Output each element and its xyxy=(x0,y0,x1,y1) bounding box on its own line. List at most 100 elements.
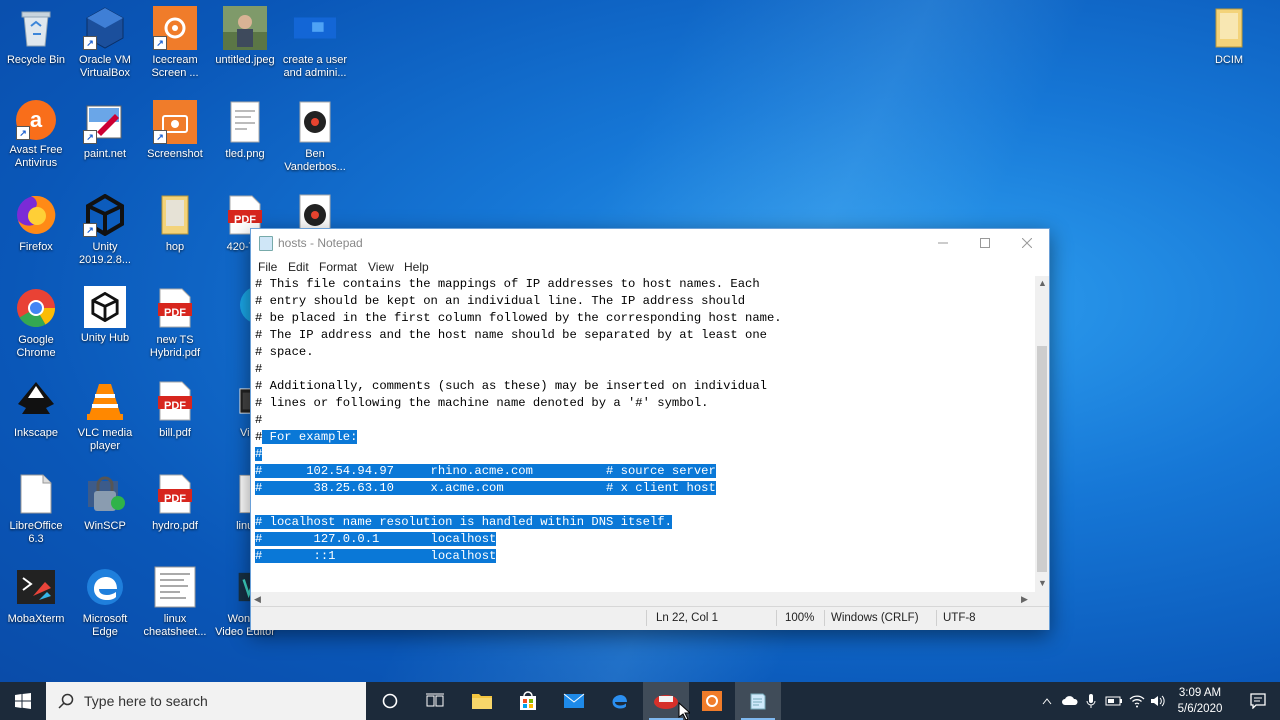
search-icon xyxy=(58,693,74,709)
close-button[interactable] xyxy=(1005,229,1049,256)
menu-help[interactable]: Help xyxy=(404,260,429,274)
desktop-icon-create-user[interactable]: create a user and admini... xyxy=(279,0,351,88)
menu-view[interactable]: View xyxy=(368,260,394,274)
vlc-icon xyxy=(83,379,127,423)
editor-line: # xyxy=(255,362,263,376)
unity-hub-icon xyxy=(84,286,126,328)
scroll-up-icon[interactable]: ▲ xyxy=(1038,278,1047,288)
taskbar-notepad[interactable] xyxy=(735,682,781,720)
edge-icon xyxy=(612,695,627,709)
desktop-icon-firefox[interactable]: Firefox xyxy=(0,187,72,275)
text-editor[interactable]: # This file contains the mappings of IP … xyxy=(251,276,1033,592)
zoom-level: 100% xyxy=(785,612,815,624)
taskbar-icecream[interactable] xyxy=(689,682,735,720)
pdf-file-icon: PDF xyxy=(153,472,197,516)
firefox-icon xyxy=(14,193,58,237)
virtualbox-icon: ↗ xyxy=(83,6,127,50)
taskbar-edge[interactable] xyxy=(597,682,643,720)
mail-icon xyxy=(563,693,585,708)
desktop-icon-linux-cheatsheet[interactable]: linux cheatsheet... xyxy=(139,559,211,647)
task-view-button[interactable] xyxy=(412,682,458,720)
winscp-icon xyxy=(83,472,127,516)
notification-icon xyxy=(1250,693,1266,709)
desktop-icon-virtualbox[interactable]: ↗ Oracle VM VirtualBox xyxy=(69,0,141,88)
action-center-button[interactable] xyxy=(1236,682,1280,720)
pdf-badge: PDF xyxy=(234,214,256,226)
maximize-button[interactable] xyxy=(963,229,1007,256)
desktop-icon-new-ts-hybrid[interactable]: PDF new TS Hybrid.pdf xyxy=(139,280,211,368)
desktop-icon-tled-png[interactable]: tled.png xyxy=(209,94,281,182)
inkscape-icon xyxy=(14,379,58,423)
document-thumbnail-icon xyxy=(153,565,197,609)
taskbar-clock[interactable]: 3:09 AM 5/6/2020 xyxy=(1166,685,1234,717)
notepad-window[interactable]: hosts - Notepad File Edit Format View He… xyxy=(250,228,1050,630)
cortana-icon xyxy=(382,693,398,709)
paintnet-icon: ↗ xyxy=(83,100,127,144)
pdf-badge: PDF xyxy=(164,493,186,505)
chevron-up-icon xyxy=(1042,698,1052,705)
desktop-icon-ben-vanderbos[interactable]: Ben Vanderbos... xyxy=(279,94,351,182)
status-divider xyxy=(776,610,777,626)
desktop-icon-libreoffice[interactable]: LibreOffice 6.3 xyxy=(0,466,72,554)
menu-file[interactable]: File xyxy=(258,260,277,274)
menu-bar: File Edit Format View Help xyxy=(251,256,1049,276)
editor-line: # lines or following the machine name de… xyxy=(255,396,709,410)
show-hidden-icons-button[interactable] xyxy=(1038,682,1056,720)
onedrive-tray[interactable] xyxy=(1059,682,1081,720)
menu-edit[interactable]: Edit xyxy=(288,260,309,274)
icecream-icon xyxy=(702,691,722,711)
wifi-tray[interactable] xyxy=(1126,682,1148,720)
taskbar-store[interactable] xyxy=(505,682,551,720)
desktop-icon-avast[interactable]: a ↗ Avast Free Antivirus xyxy=(0,94,72,182)
desktop-icon-unity-hub[interactable]: Unity Hub xyxy=(69,280,141,368)
desktop-icon-mobaxterm[interactable]: MobaXterm xyxy=(0,559,72,647)
clock-date: 5/6/2020 xyxy=(1177,703,1223,715)
menu-format[interactable]: Format xyxy=(319,260,357,274)
desktop-icon-unity[interactable]: ↗ Unity 2019.2.8... xyxy=(69,187,141,275)
taskbar-file-explorer[interactable] xyxy=(459,682,505,720)
icecream-icon: ↗ xyxy=(153,6,197,50)
microphone-tray[interactable] xyxy=(1082,682,1100,720)
desktop-icon-vlc[interactable]: VLC media player xyxy=(69,373,141,461)
encoding: UTF-8 xyxy=(943,612,976,624)
editor-line-selected xyxy=(255,497,1033,514)
horizontal-scrollbar[interactable]: ◀ ▶ xyxy=(251,592,1035,606)
taskbar-mail[interactable] xyxy=(551,682,597,720)
desktop-icon-paintnet[interactable]: ↗ paint.net xyxy=(69,94,141,182)
scrollbar-thumb[interactable] xyxy=(1037,346,1047,572)
vertical-scrollbar[interactable]: ▲ ▼ xyxy=(1035,276,1049,592)
desktop-icon-bill-pdf[interactable]: PDF bill.pdf xyxy=(139,373,211,461)
libreoffice-icon xyxy=(14,472,58,516)
audio-file-icon xyxy=(293,100,337,144)
desktop-icon-edge[interactable]: Microsoft Edge xyxy=(69,559,141,647)
chrome-icon xyxy=(14,286,58,330)
line-ending: Windows (CRLF) xyxy=(831,612,919,624)
desktop-icon-hydro-pdf[interactable]: PDF hydro.pdf xyxy=(139,466,211,554)
volume-tray[interactable] xyxy=(1148,682,1168,720)
unity-icon: ↗ xyxy=(83,193,127,237)
desktop-icon-winscp[interactable]: WinSCP xyxy=(69,466,141,554)
desktop-icon-recycle-bin[interactable]: Recycle Bin xyxy=(0,0,72,88)
taskbar-search-box[interactable]: Type here to search xyxy=(46,682,366,720)
title-bar[interactable]: hosts - Notepad xyxy=(251,229,1049,256)
desktop-icon-hop[interactable]: hop xyxy=(139,187,211,275)
scroll-down-icon[interactable]: ▼ xyxy=(1038,578,1047,588)
battery-tray[interactable] xyxy=(1104,682,1124,720)
minimize-button[interactable] xyxy=(921,229,965,256)
pdf-file-icon: PDF xyxy=(153,286,197,330)
mouse-cursor-icon xyxy=(678,702,690,720)
desktop-icon-untitled-jpeg[interactable]: untitled.jpeg xyxy=(209,0,281,88)
scroll-right-icon[interactable]: ▶ xyxy=(1021,594,1028,605)
cortana-button[interactable] xyxy=(367,682,413,720)
recycle-bin-icon xyxy=(14,6,58,50)
desktop-icon-screenshot[interactable]: ↗ Screenshot xyxy=(139,94,211,182)
desktop-icon-chrome[interactable]: Google Chrome xyxy=(0,280,72,368)
maximize-icon xyxy=(980,237,990,248)
desktop-icon-icecream[interactable]: ↗ Icecream Screen ... xyxy=(139,0,211,88)
desktop-icon-dcim[interactable]: DCIM xyxy=(1193,0,1265,88)
desktop-icon-inkscape[interactable]: Inkscape xyxy=(0,373,72,461)
start-button[interactable] xyxy=(0,682,46,720)
cursor-position: Ln 22, Col 1 xyxy=(656,612,719,624)
image-file-icon xyxy=(223,100,267,144)
scroll-left-icon[interactable]: ◀ xyxy=(254,594,261,605)
